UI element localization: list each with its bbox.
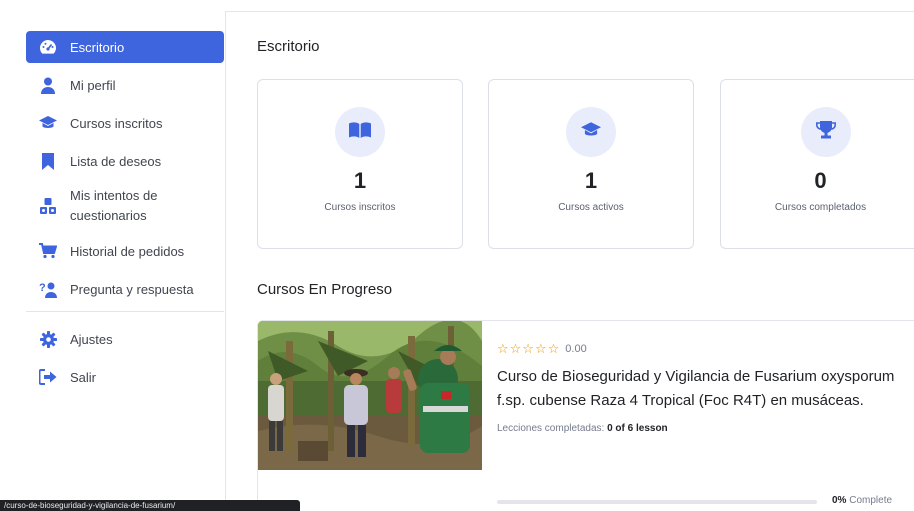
cart-icon (39, 242, 57, 260)
sidebar-item-mis-intentos[interactable]: Mis intentos de cuestionarios (26, 183, 224, 229)
sidebar-item-label: Historial de pedidos (70, 243, 185, 259)
stat-label: Cursos inscritos (324, 202, 396, 213)
sidebar-item-label: Mi perfil (70, 77, 116, 93)
sidebar-item-label: Ajustes (70, 331, 113, 347)
sidebar-item-historial-de-pedidos[interactable]: Historial de pedidos (26, 235, 224, 267)
user-icon (39, 76, 57, 94)
sidebar-item-label: Mis intentos de cuestionarios (70, 188, 158, 223)
sidebar-item-label: Salir (70, 369, 97, 385)
trophy-icon (815, 120, 837, 144)
status-url: /curso-de-bioseguridad-y-vigilancia-de-f… (4, 501, 176, 510)
logout-icon (39, 368, 57, 386)
in-progress-heading: Cursos En Progreso (257, 281, 393, 298)
progress-text: 0% Complete (832, 495, 892, 506)
course-thumbnail[interactable] (258, 321, 482, 470)
quiz-attempts-icon (39, 197, 57, 215)
course-rating: ☆☆☆☆☆ 0.00 (497, 341, 914, 357)
page-title: Escritorio (257, 38, 320, 55)
sidebar-item-label: Lista de deseos (70, 153, 162, 169)
stat-card-completed: 0 Cursos completados (720, 79, 914, 249)
sidebar-divider (225, 11, 226, 511)
stat-icon-circle (801, 107, 851, 157)
stat-label: Cursos completados (774, 202, 867, 213)
graduation-cap-icon (39, 114, 57, 132)
course-info: ☆☆☆☆☆ 0.00 Curso de Bioseguridad y Vigil… (497, 341, 914, 434)
sidebar-item-salir[interactable]: Salir (26, 361, 224, 393)
dashboard-sidebar: Escritorio Mi perfil Cursos inscritos Li… (26, 31, 224, 399)
course-card[interactable]: ☆☆☆☆☆ 0.00 Curso de Bioseguridad y Vigil… (257, 320, 914, 511)
lessons-label: Lecciones completadas: (497, 423, 605, 434)
sidebar-item-lista-de-deseos[interactable]: Lista de deseos (26, 145, 224, 177)
sidebar-item-label: Cursos inscritos (70, 115, 163, 131)
svg-text:?: ? (39, 282, 46, 294)
book-icon (349, 121, 371, 143)
stat-value: 1 (584, 168, 598, 193)
graduation-cap-icon (581, 121, 601, 143)
sidebar-separator (26, 311, 224, 312)
progress-label: Complete (849, 495, 893, 506)
stat-value: 1 (353, 168, 367, 193)
stat-label: Cursos activos (558, 202, 624, 213)
course-title[interactable]: Curso de Bioseguridad y Vigilancia de Fu… (497, 365, 897, 413)
sidebar-item-ajustes[interactable]: Ajustes (26, 323, 224, 355)
sidebar-item-mi-perfil[interactable]: Mi perfil (26, 69, 224, 101)
sidebar-item-label: Escritorio (70, 39, 125, 55)
sidebar-item-escritorio[interactable]: Escritorio (26, 31, 224, 63)
course-progress-bar (497, 500, 817, 504)
top-divider (225, 11, 914, 12)
bookmark-icon (39, 152, 57, 170)
link-status-bar: /curso-de-bioseguridad-y-vigilancia-de-f… (0, 500, 300, 511)
lessons-completed: Lecciones completadas: 0 of 6 lesson (497, 423, 914, 434)
progress-value: 0% (832, 495, 847, 506)
stat-value: 0 (814, 168, 827, 193)
sidebar-item-pregunta-y-respuesta[interactable]: ? Pregunta y respuesta (26, 273, 224, 305)
stat-icon-circle (566, 107, 616, 157)
gear-icon (39, 330, 57, 348)
sidebar-item-label: Pregunta y respuesta (70, 281, 194, 297)
rating-value: 0.00 (565, 343, 587, 355)
star-rating-icon: ☆☆☆☆☆ (497, 341, 561, 356)
question-answer-icon: ? (39, 280, 57, 298)
stat-card-active: 1 Cursos activos (488, 79, 694, 249)
stat-icon-circle (335, 107, 385, 157)
stat-card-enrolled: 1 Cursos inscritos (257, 79, 463, 249)
dashboard-icon (39, 38, 57, 56)
sidebar-item-cursos-inscritos[interactable]: Cursos inscritos (26, 107, 224, 139)
lessons-value: 0 of 6 lesson (607, 423, 668, 434)
